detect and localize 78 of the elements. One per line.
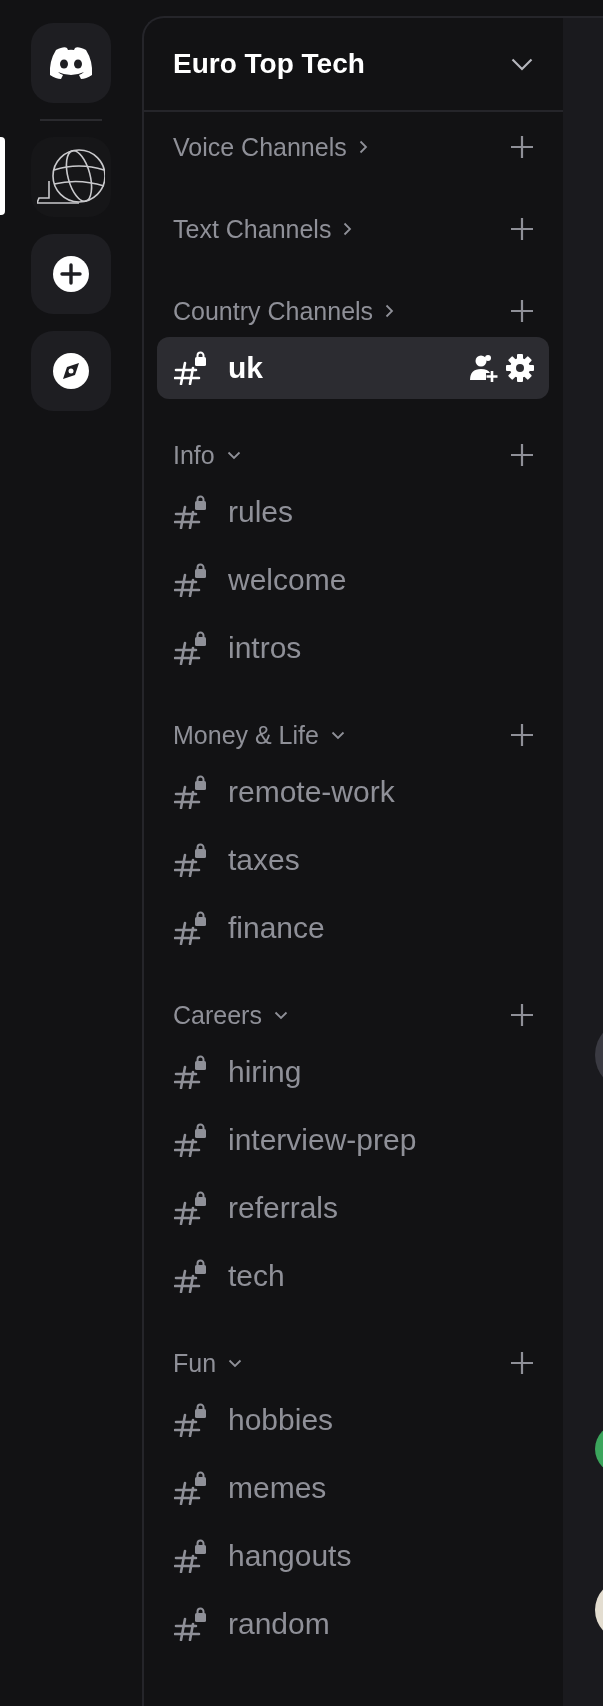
chevron-right-icon <box>385 304 395 318</box>
locked-channel-icon <box>174 1539 208 1573</box>
channel-name: remote-work <box>228 775 396 809</box>
add-channel-icon[interactable] <box>511 444 533 466</box>
locked-channel-icon <box>174 1471 208 1505</box>
chevron-right-icon <box>358 140 368 154</box>
chevron-down-icon <box>330 730 345 740</box>
locked-channel-icon <box>174 775 208 809</box>
channel-item[interactable]: uk <box>157 337 549 399</box>
globe-laptop-icon <box>37 148 105 206</box>
chevron-down-icon <box>273 1010 288 1020</box>
channel-name: hobbies <box>228 1403 335 1437</box>
server-name: Euro Top Tech <box>173 48 366 80</box>
channel-item[interactable]: finance <box>157 897 549 959</box>
locked-channel-icon <box>174 911 208 945</box>
channel-name: taxes <box>228 843 301 877</box>
channel-name: interview-prep <box>228 1123 418 1157</box>
channel-name: tech <box>228 1259 286 1293</box>
channel-item[interactable]: intros <box>157 617 549 679</box>
add-channel-icon[interactable] <box>511 300 533 322</box>
chevron-down-icon <box>511 57 533 71</box>
channel-name: intros <box>228 631 303 665</box>
category-header[interactable]: Country Channels <box>173 296 395 326</box>
category-header[interactable]: Voice Channels <box>173 132 368 162</box>
category-header[interactable]: Info <box>173 440 241 470</box>
locked-channel-icon <box>174 1607 208 1641</box>
invite-icon[interactable] <box>469 354 499 382</box>
locked-channel-icon <box>174 563 208 597</box>
channel-item[interactable]: rules <box>157 481 549 543</box>
channel-item[interactable]: remote-work <box>157 761 549 823</box>
locked-channel-icon <box>174 631 208 665</box>
category-header[interactable]: Money & Life <box>173 720 345 750</box>
channel-item[interactable]: referrals <box>157 1177 549 1239</box>
channel-item[interactable]: taxes <box>157 829 549 891</box>
add-channel-icon[interactable] <box>511 724 533 746</box>
add-channel-icon[interactable] <box>511 1352 533 1374</box>
locked-channel-icon <box>174 1055 208 1089</box>
add-channel-icon[interactable] <box>511 218 533 240</box>
locked-channel-icon <box>174 495 208 529</box>
add-server-button[interactable] <box>31 234 111 314</box>
channel-item[interactable]: memes <box>157 1457 549 1519</box>
channel-item[interactable]: random <box>157 1593 549 1655</box>
settings-icon[interactable] <box>505 353 535 383</box>
locked-channel-icon <box>174 1403 208 1437</box>
locked-channel-icon <box>174 1191 208 1225</box>
plus-circle-icon <box>53 256 89 292</box>
channel-name: hangouts <box>228 1539 353 1573</box>
channel-name: memes <box>228 1471 328 1505</box>
channel-item[interactable]: interview-prep <box>157 1109 549 1171</box>
locked-channel-icon <box>174 1123 208 1157</box>
channel-item[interactable]: hangouts <box>157 1525 549 1587</box>
channel-name: referrals <box>228 1191 340 1225</box>
discover-button[interactable] <box>31 331 111 411</box>
logo-icon <box>48 46 94 80</box>
locked-channel-icon <box>174 1259 208 1293</box>
channel-name: uk <box>228 351 264 385</box>
category-header[interactable]: Careers <box>173 1000 288 1030</box>
channel-item[interactable]: tech <box>157 1245 549 1307</box>
channel-name: finance <box>228 911 326 945</box>
channel-item[interactable]: hobbies <box>157 1389 549 1451</box>
compass-icon <box>53 353 89 389</box>
locked-channel-icon <box>174 351 208 385</box>
channel-name: random <box>228 1607 331 1641</box>
chevron-down-icon <box>226 450 241 460</box>
category-header[interactable]: Fun <box>173 1348 243 1378</box>
home-button[interactable] <box>31 23 111 103</box>
channel-name: hiring <box>228 1055 303 1089</box>
channel-item[interactable]: hiring <box>157 1041 549 1103</box>
chevron-down-icon <box>228 1358 243 1368</box>
channel-name: rules <box>228 495 295 529</box>
server-button[interactable] <box>31 137 111 217</box>
locked-channel-icon <box>174 843 208 877</box>
add-channel-icon[interactable] <box>511 136 533 158</box>
add-channel-icon[interactable] <box>511 1004 533 1026</box>
channel-name: welcome <box>228 563 348 597</box>
chevron-right-icon <box>343 222 353 236</box>
channel-item[interactable]: welcome <box>157 549 549 611</box>
category-header[interactable]: Text Channels <box>173 214 353 244</box>
